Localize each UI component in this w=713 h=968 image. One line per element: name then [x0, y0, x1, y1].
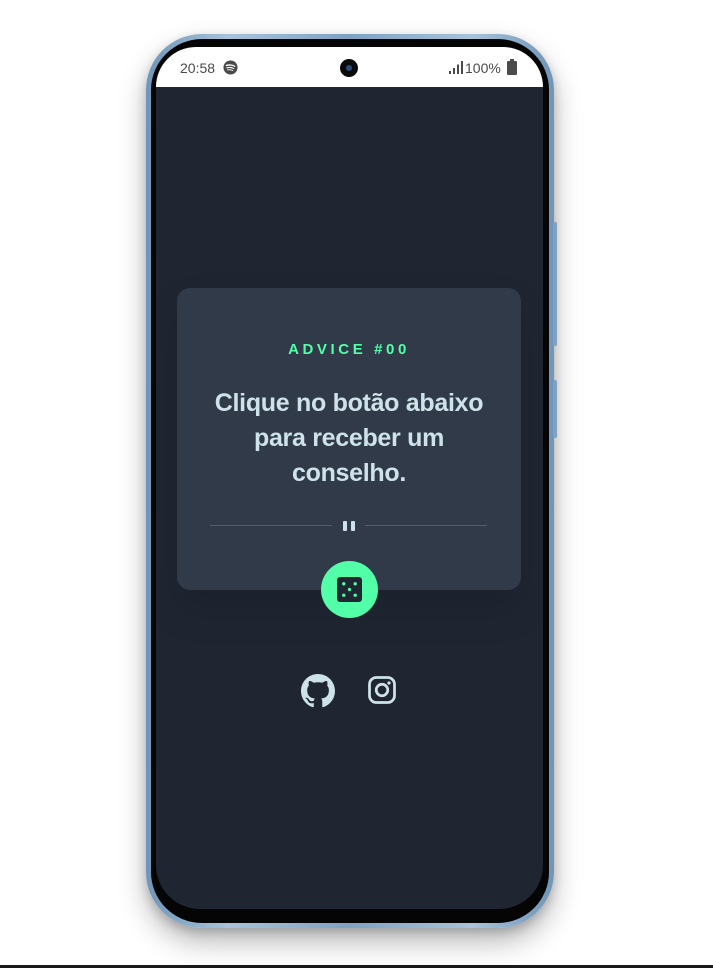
advice-text: Clique no botão abaixo para receber um c…: [214, 389, 484, 487]
pattern-divider: [210, 521, 487, 531]
dice-button[interactable]: [321, 561, 378, 618]
spotify-icon: [223, 60, 238, 75]
front-camera: [340, 59, 358, 77]
divider-line-left: [210, 525, 332, 526]
instagram-icon[interactable]: [367, 675, 397, 705]
battery-percentage: 100%: [465, 60, 501, 76]
battery-icon: [507, 59, 517, 75]
phone-side-button: [553, 380, 557, 438]
github-icon[interactable]: [301, 674, 335, 708]
divider-line-right: [365, 525, 487, 526]
signal-icon: [449, 61, 463, 74]
pause-icon: [343, 521, 355, 531]
page: 20:58 100% ADVICE #00 Clique no botão ab…: [0, 0, 713, 968]
status-bar: 20:58 100%: [156, 47, 543, 87]
dice-icon: [337, 577, 362, 602]
advice-number: ADVICE #00: [288, 341, 410, 358]
phone-screen: 20:58 100% ADVICE #00 Clique no botão ab…: [156, 47, 543, 909]
phone-side-button: [553, 222, 557, 346]
status-time: 20:58: [180, 60, 216, 76]
advice-card: ADVICE #00 Clique no botão abaixo para r…: [177, 288, 521, 590]
